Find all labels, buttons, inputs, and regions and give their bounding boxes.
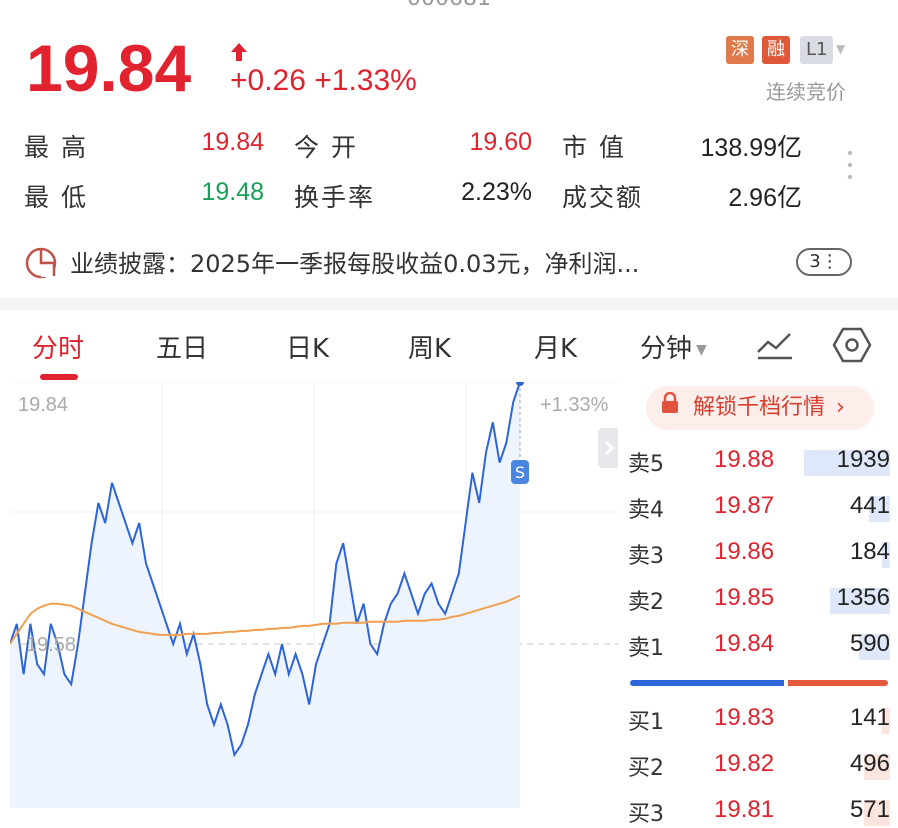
low-label: 最 低 [24,183,88,212]
amount-label: 成交额 [562,183,644,212]
active-tab-indicator [40,374,78,380]
mktcap-label: 市 值 [562,133,626,162]
chevron-down-icon: ▼ [696,341,707,358]
section-divider [0,298,898,310]
ask-level-price: 19.85 [714,584,775,611]
chevron-right-icon: › [836,395,845,420]
turnover-value: 2.23% [461,178,532,206]
unlock-depth-button[interactable]: 解锁千档行情 › [646,386,874,430]
chart-top-price: 19.84 [18,394,69,416]
ask-level-volume: 590 [849,630,890,657]
report-icon [24,246,58,280]
mktcap-value: 138.99亿 [700,134,802,162]
notice-count: 3 [809,251,821,272]
lock-icon [660,386,680,430]
price-change: +0.26 +1.33% [230,64,417,97]
intraday-chart-svg: S [9,378,618,808]
current-price: 19.84 [26,31,192,105]
low-value: 19.48 [201,178,264,206]
ask-level-label: 卖1 [628,636,664,661]
ask-level-volume: 441 [849,492,890,519]
tab-daily-k[interactable]: 日K [286,328,329,365]
stock-code: 000681 [0,0,898,11]
tab-intraday[interactable]: 分时 [32,328,84,365]
ask-level-price: 19.86 [714,538,775,565]
tab-five-day[interactable]: 五日 [156,328,208,365]
bid-level-price: 19.82 [714,750,775,777]
earnings-notice[interactable]: 业绩披露：2025年一季报每股收益0.03元，净利润... [70,244,639,279]
settings-icon[interactable] [832,326,872,368]
ask-level-label: 卖2 [628,590,664,615]
open-label: 今 开 [294,133,358,162]
ask-level-volume: 1939 [836,446,890,473]
amount-value: 2.96亿 [728,184,802,212]
more-vertical-icon[interactable] [846,150,854,180]
high-label: 最 高 [24,133,88,162]
bid-level-label: 买1 [628,710,664,735]
ask-level-volume: 184 [849,538,890,565]
bid-level-price: 19.81 [714,796,775,823]
notice-count-badge[interactable]: 3⋮ [796,248,852,276]
ask-level-volume: 1356 [836,584,890,611]
ask-level-price: 19.88 [714,446,775,473]
trading-session: 连续竞价 [766,80,846,104]
bid-level-label: 买3 [628,802,664,827]
bid-ratio-bar [788,680,888,686]
tab-minute-label: 分钟 [640,334,693,364]
tab-minute[interactable]: 分钟 ▼ [640,328,707,365]
bid-level-volume: 141 [849,704,890,731]
tab-monthly-k[interactable]: 月K [534,328,577,365]
chart-top-percent: +1.33% [540,394,609,416]
ask-level-label: 卖3 [628,544,664,569]
bid-level-label: 买2 [628,756,664,781]
bid-level-volume: 571 [849,796,890,823]
ask-ratio-bar [630,680,784,686]
ask-level-price: 19.87 [714,492,775,519]
chart-expand-handle[interactable] [598,428,618,468]
unlock-label: 解锁千档行情 [693,395,826,420]
intraday-chart[interactable]: S [9,378,618,808]
ask-level-label: 卖4 [628,498,664,523]
ask-level-label: 卖5 [628,452,664,477]
high-value: 19.84 [201,128,264,156]
tab-weekly-k[interactable]: 周K [408,328,451,365]
ask-level-price: 19.84 [714,630,775,657]
level-dropdown-icon[interactable]: ▼ [836,42,845,56]
indicator-icon[interactable] [756,330,794,364]
open-value: 19.60 [469,128,532,156]
level-badge[interactable]: L1 [800,36,834,64]
turnover-label: 换手率 [294,183,376,212]
bid-level-volume: 496 [849,750,890,777]
margin-badge: 融 [762,36,790,64]
chart-prev-close: 19.58 [26,634,77,656]
bid-level-price: 19.83 [714,704,775,731]
sell-marker-label: S [515,463,525,482]
market-badge: 深 [726,36,754,64]
